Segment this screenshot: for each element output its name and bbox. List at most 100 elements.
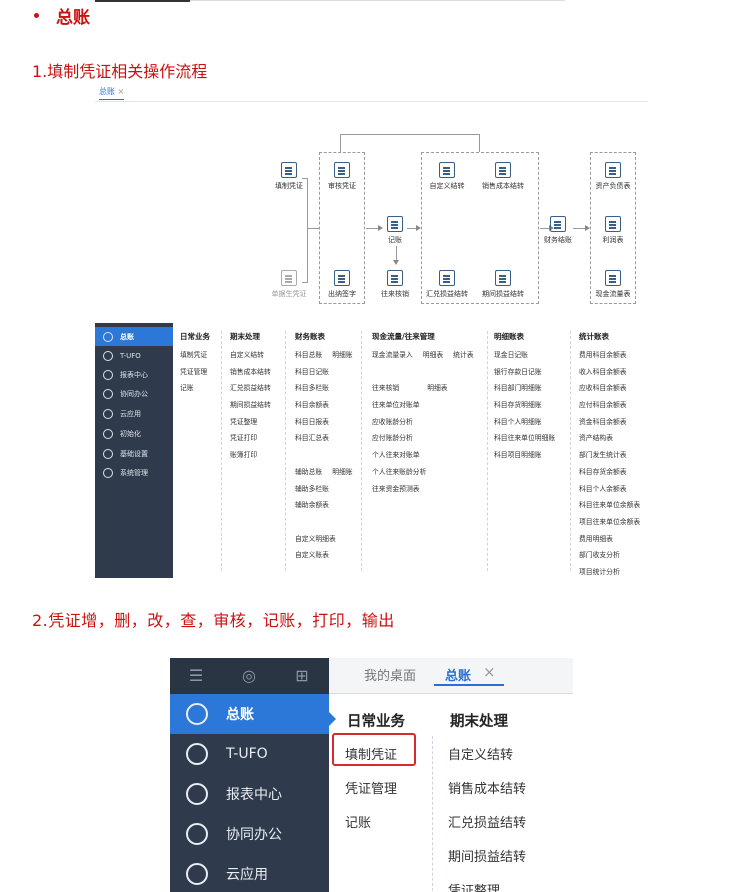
menu-item[interactable]: 期间损益结转: [230, 399, 271, 416]
sidebar-item-tufo[interactable]: T-UFO: [95, 346, 173, 365]
menu-item[interactable]: 收入科目余额表: [579, 366, 640, 383]
menu-item[interactable]: 个人往来对账单: [372, 449, 474, 466]
menu-item[interactable]: 自定义明细表: [295, 533, 353, 550]
sheet-icon: [605, 162, 621, 178]
menu-item[interactable]: 项目统计分析: [579, 566, 640, 583]
menu-item[interactable]: 科目个人明细账: [494, 416, 555, 433]
menu-item-post[interactable]: 记账: [345, 812, 371, 831]
menu-item[interactable]: 科目日报表: [295, 416, 353, 433]
menu-item[interactable]: 科目项目明细账: [494, 449, 555, 466]
menu-item[interactable]: 应收科目余额表: [579, 382, 640, 399]
menu-item[interactable]: 账簿打印: [230, 449, 271, 466]
step2-title: 2.凭证增，删，改，查，审核，记账，打印，输出: [32, 611, 395, 630]
menu-item[interactable]: 科目往来单位余额表: [579, 499, 640, 516]
sidebar-item-ledger[interactable]: 总账: [95, 327, 173, 346]
sidebar-item-collab[interactable]: 协同办公: [95, 384, 173, 403]
col-header: 日常业务: [180, 332, 210, 341]
column-divider: [570, 331, 571, 571]
sidebar-item-ledger[interactable]: 总账: [170, 694, 329, 734]
menu-col-cashflow: 现金流量/往来管理 现金流量录入 明细表 统计表 往来核销 明细表 往来单位对账单 应…: [372, 331, 474, 499]
menu-item[interactable]: 银行存款日记账: [494, 366, 555, 383]
menu-item[interactable]: 辅助总账: [295, 468, 322, 476]
col-header-period-end: 期末处理: [450, 714, 508, 730]
node-period-gain: 期间损益结转: [481, 270, 525, 299]
menu-item[interactable]: 汇兑损益结转: [230, 382, 271, 399]
menu-item[interactable]: 明细表: [423, 351, 443, 359]
menu-item[interactable]: 往来资金预测表: [372, 483, 474, 500]
sidebar-item-report[interactable]: 报表中心: [170, 774, 329, 814]
menu-item[interactable]: 统计表: [453, 351, 473, 359]
menu-item-voucher-manage[interactable]: 凭证管理: [345, 778, 397, 797]
sidebar-item-system[interactable]: 系统管理: [95, 463, 173, 482]
menu-item[interactable]: 凭证整理: [230, 416, 271, 433]
menu-item[interactable]: 费用科目余额表: [579, 349, 640, 366]
menu-item-fx-gain[interactable]: 汇兑损益结转: [448, 812, 526, 831]
menu-item[interactable]: 资金科目余额表: [579, 416, 640, 433]
menu-item[interactable]: 资产结构表: [579, 432, 640, 449]
sidebar-item-cloud[interactable]: 云应用: [95, 404, 173, 423]
menu-item[interactable]: 科目汇总表: [295, 432, 353, 449]
menu-item[interactable]: 科目多栏账: [295, 382, 353, 399]
add-icon[interactable]: ⊞: [292, 667, 312, 685]
menu-item[interactable]: 辅助余额表: [295, 499, 353, 516]
menu-item[interactable]: 个人往来账龄分析: [372, 466, 474, 483]
sidebar-item-settings[interactable]: 基础设置: [95, 444, 173, 463]
menu-item[interactable]: 应付科目余额表: [579, 399, 640, 416]
wave-icon: [439, 270, 455, 286]
menu-item-voucher-tidy[interactable]: 凭证整理: [448, 880, 500, 892]
node-post: 记账: [373, 216, 417, 245]
menu-item[interactable]: 科目日记账: [295, 366, 353, 383]
menu-item[interactable]: 科目存货明细账: [494, 399, 555, 416]
sidebar-item-collab[interactable]: 协同办公: [170, 814, 329, 854]
menu-item[interactable]: 往来核销: [372, 384, 399, 392]
menu-item-period-gain[interactable]: 期间损益结转: [448, 846, 526, 865]
menu-item-custom-transfer[interactable]: 自定义结转: [448, 744, 513, 763]
node-audit: 审核凭证: [320, 162, 364, 191]
menu-item[interactable]: 记账: [180, 382, 210, 399]
menu-item[interactable]: 科目存货余额表: [579, 466, 640, 483]
sidebar-item-init[interactable]: 初始化: [95, 424, 173, 443]
menu-item[interactable]: 科目往来单位明细账: [494, 432, 555, 449]
menu-item[interactable]: 应付账龄分析: [372, 432, 474, 449]
menu-icon[interactable]: ☰: [186, 667, 206, 685]
menu-item[interactable]: 明细账: [332, 351, 352, 359]
menu-item[interactable]: 明细表: [427, 384, 447, 392]
menu-item[interactable]: 项目往来单位余额表: [579, 516, 640, 533]
sidebar-item-tufo[interactable]: T-UFO: [170, 734, 329, 774]
close-icon[interactable]: ×: [483, 663, 496, 681]
menu-item[interactable]: 往来单位对账单: [372, 399, 474, 416]
menu-item[interactable]: 现金日记账: [494, 349, 555, 366]
loop-line-right: [479, 134, 480, 152]
menu-item-sales-cost[interactable]: 销售成本结转: [448, 778, 526, 797]
menu-item[interactable]: 科目部门明细账: [494, 382, 555, 399]
ledger-menu-small: 总账 T-UFO 报表中心 协同办公 云应用 初始化 基础设置 系统管理 日常业…: [95, 323, 648, 578]
menu-item[interactable]: 科目余额表: [295, 399, 353, 416]
sidebar-item-cloud[interactable]: 云应用: [170, 854, 329, 892]
menu-item[interactable]: 现金流量录入: [372, 351, 413, 359]
menu-item[interactable]: 销售成本结转: [230, 366, 271, 383]
menu-item[interactable]: 自定义账表: [295, 549, 353, 566]
menu-item[interactable]: 凭证打印: [230, 432, 271, 449]
connector: [307, 228, 319, 229]
menu-item[interactable]: 科目个人余额表: [579, 483, 640, 500]
menu-item[interactable]: 部门收支分析: [579, 549, 640, 566]
menu-item[interactable]: 填制凭证: [180, 349, 210, 366]
search-icon[interactable]: ◎: [239, 667, 259, 685]
column-divider: [221, 331, 222, 571]
node-cashflow: 现金流量表: [591, 270, 635, 299]
menu-col-stats: 统计账表 费用科目余额表 收入科目余额表 应收科目余额表 应付科目余额表 资金科…: [579, 331, 640, 583]
menu-item[interactable]: 辅助多栏账: [295, 483, 353, 500]
sidebar-item-report[interactable]: 报表中心: [95, 365, 173, 384]
menu-item[interactable]: 明细账: [332, 468, 352, 476]
menu-item[interactable]: 费用明细表: [579, 533, 640, 550]
tab-desktop[interactable]: 我的桌面: [364, 665, 416, 684]
menu-item[interactable]: 应收账龄分析: [372, 416, 474, 433]
menu-item[interactable]: 自定义结转: [230, 349, 271, 366]
ufo-icon: [186, 743, 208, 765]
menu-item[interactable]: 凭证管理: [180, 366, 210, 383]
money-icon: [550, 216, 566, 232]
gear-doc-icon: [439, 162, 455, 178]
tab-ledger[interactable]: 总账: [445, 665, 471, 684]
menu-item[interactable]: 部门发生统计表: [579, 449, 640, 466]
menu-item[interactable]: 科目总账: [295, 351, 322, 359]
